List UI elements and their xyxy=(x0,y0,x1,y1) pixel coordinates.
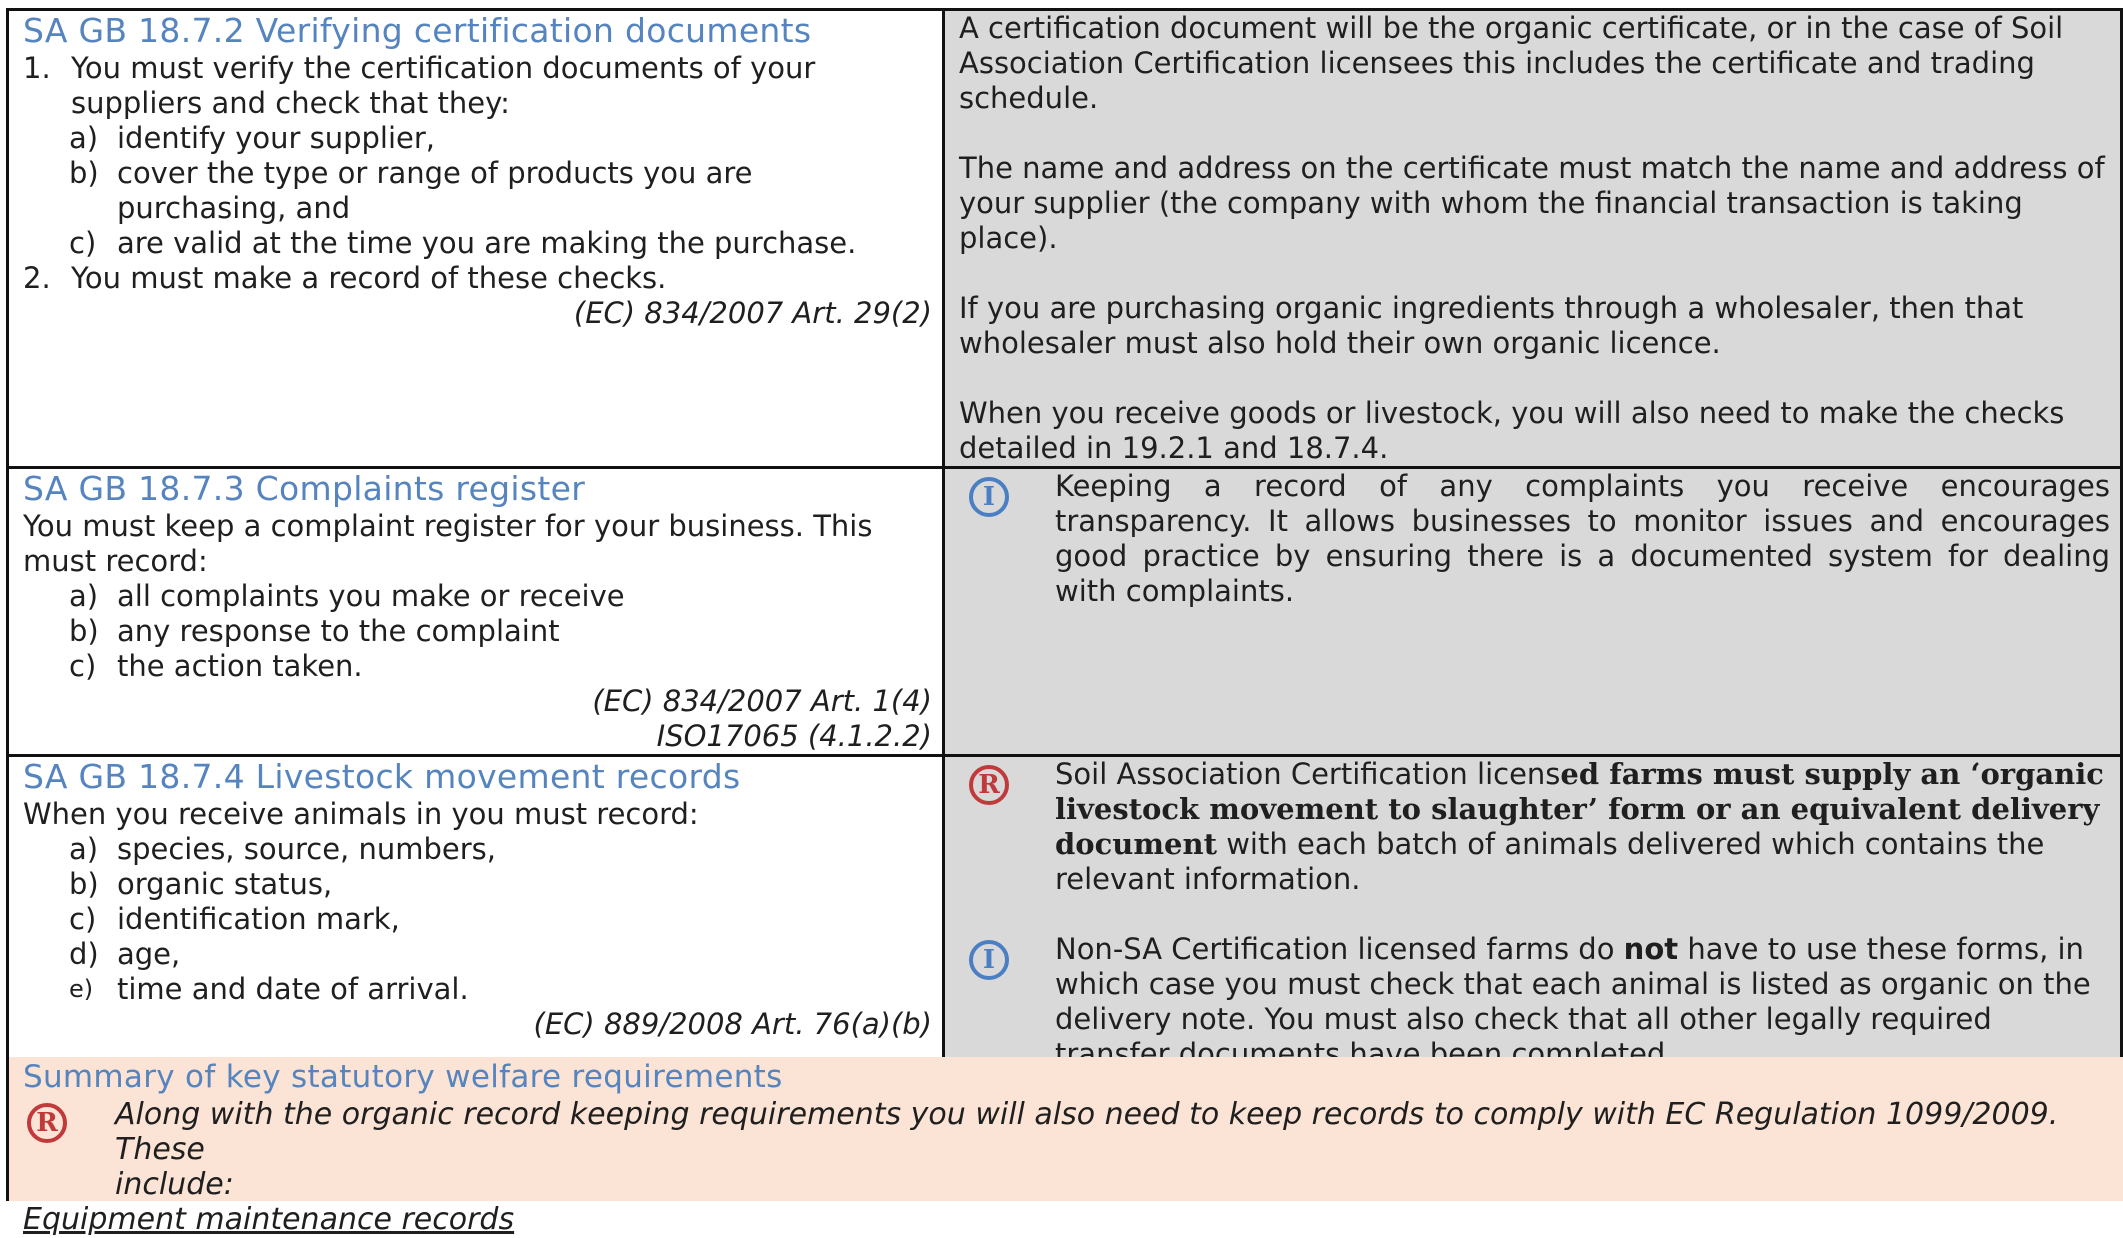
sub-text: all complaints you make or receive xyxy=(117,579,625,613)
info-text: Keeping a record of any complaints you r… xyxy=(1055,469,2110,609)
section-row-18-7-4: SA GB 18.7.4 Livestock movement records … xyxy=(6,754,2123,1075)
info-icon: I xyxy=(969,940,1009,980)
sub-list-item: c) identification mark, xyxy=(69,902,932,937)
summary-heading: Summary of key statutory welfare require… xyxy=(23,1059,783,1095)
list-text: suppliers and check that they: xyxy=(71,86,510,120)
info-note: I Non-SA Certification licensed farms do… xyxy=(959,932,2110,1071)
requirement-note: R Soil Association Certification license… xyxy=(959,757,2110,898)
sub-text: organic status, xyxy=(117,867,333,901)
guidance-cell: A certification document will be the org… xyxy=(942,8,2123,469)
sub-list-item: b) any response to the complaint xyxy=(69,614,932,649)
sub-text: identification mark, xyxy=(117,902,400,936)
requirement-icon: R xyxy=(27,1103,67,1143)
sub-list-item: d) age, xyxy=(69,937,932,972)
info-text-bold: not xyxy=(1623,932,1679,966)
sub-text: identify your supplier, xyxy=(117,121,436,155)
sub-list-item: b) cover the type or range of products y… xyxy=(69,156,932,191)
standard-cell: SA GB 18.7.2 Verifying certification doc… xyxy=(6,8,945,469)
list-number: 2. xyxy=(23,261,51,295)
regulation-reference: (EC) 889/2008 Art. 76(a)(b) xyxy=(533,1007,932,1041)
info-text-before: Non-SA Certification licensed farms do xyxy=(1055,932,1624,966)
sub-list-item: c) are valid at the time you are making … xyxy=(69,226,932,261)
section-heading: SA GB 18.7.3 Complaints register xyxy=(23,469,586,509)
summary-requirement: R Along with the organic record keeping … xyxy=(23,1097,2113,1202)
section-heading: SA GB 18.7.4 Livestock movement records xyxy=(23,757,741,797)
section-row-18-7-3: SA GB 18.7.3 Complaints register You mus… xyxy=(6,466,2123,757)
sub-text: species, source, numbers, xyxy=(117,832,496,866)
sub-text: age, xyxy=(117,937,181,971)
guidance-paragraph: When you receive goods or livestock, you… xyxy=(959,396,2065,465)
section-heading: SA GB 18.7.2 Verifying certification doc… xyxy=(23,11,812,51)
sub-list-item: c) the action taken. xyxy=(69,649,932,684)
sub-list-item: a) all complaints you make or receive xyxy=(69,579,932,614)
info-text: Non-SA Certification licensed farms do n… xyxy=(1055,932,2110,1071)
guidance-paragraph: The name and address on the certificate … xyxy=(959,151,2105,255)
sub-list-item: a) identify your supplier, xyxy=(69,121,932,156)
summary-subheading: Equipment maintenance records xyxy=(23,1202,515,1237)
summary-text-line: Along with the organic record keeping re… xyxy=(115,1097,2059,1167)
standard-cell: SA GB 18.7.3 Complaints register You mus… xyxy=(6,466,945,757)
summary-text-line: include: xyxy=(115,1167,234,1202)
sub-label: a) xyxy=(69,579,99,613)
sub-text: cover the type or range of products you … xyxy=(117,156,753,190)
welfare-summary-box: Summary of key statutory welfare require… xyxy=(6,1057,2123,1237)
info-icon: I xyxy=(969,477,1009,517)
sub-list: a) identify your supplier, b) cover the … xyxy=(69,121,932,261)
sub-list: a) species, source, numbers, b) organic … xyxy=(69,832,932,1007)
sub-label: a) xyxy=(69,121,99,155)
sub-label: e) xyxy=(69,975,94,1003)
standard-cell: SA GB 18.7.4 Livestock movement records … xyxy=(6,754,945,1075)
requirement-text-plain: Soil Association Certification licens xyxy=(1055,757,1561,792)
sub-label: c) xyxy=(69,902,97,936)
guidance-cell: R Soil Association Certification license… xyxy=(942,754,2123,1075)
regulation-reference: (EC) 834/2007 Art. 1(4) xyxy=(592,684,932,718)
list-number: 1. xyxy=(23,51,51,85)
list-text: You must make a record of these checks. xyxy=(71,261,667,295)
list-text: You must verify the certification docume… xyxy=(71,51,816,85)
sub-label: c) xyxy=(69,226,97,260)
sub-text: any response to the complaint xyxy=(117,614,560,648)
standards-table: SA GB 18.7.2 Verifying certification doc… xyxy=(6,8,2123,1075)
list-item: 1. You must verify the certification doc… xyxy=(23,51,932,86)
document-page: SA GB 18.7.2 Verifying certification doc… xyxy=(0,0,2123,1237)
sub-label: c) xyxy=(69,649,97,683)
sub-list-item: a) species, source, numbers, xyxy=(69,832,932,867)
section-intro: You must keep a complaint register for y… xyxy=(23,509,873,578)
sub-list-item: b) organic status, xyxy=(69,867,932,902)
section-row-18-7-2: SA GB 18.7.2 Verifying certification doc… xyxy=(6,8,2123,469)
sub-list: a) all complaints you make or receive b)… xyxy=(69,579,932,684)
sub-label: b) xyxy=(69,867,99,901)
list-item: 2. You must make a record of these check… xyxy=(23,261,932,296)
list-item-continuation: suppliers and check that they: xyxy=(23,86,932,121)
guidance-paragraph: A certification document will be the org… xyxy=(959,11,2064,116)
guidance-paragraph: If you are purchasing organic ingredient… xyxy=(959,291,2024,360)
sub-text: are valid at the time you are making the… xyxy=(117,226,857,260)
requirement-text: Soil Association Certification licensed … xyxy=(1055,757,2110,898)
sub-label: b) xyxy=(69,614,99,648)
sub-label: d) xyxy=(69,937,99,971)
sub-text: purchasing, and xyxy=(117,191,351,225)
info-note: I Keeping a record of any complaints you… xyxy=(959,469,2110,610)
sub-label: a) xyxy=(69,832,99,866)
guidance-cell: I Keeping a record of any complaints you… xyxy=(942,466,2123,757)
section-intro: When you receive animals in you must rec… xyxy=(23,797,699,831)
sub-text: time and date of arrival. xyxy=(117,972,469,1006)
sub-label: b) xyxy=(69,156,99,190)
sub-list-item-continuation: purchasing, and xyxy=(69,191,932,226)
sub-text: the action taken. xyxy=(117,649,363,683)
regulation-reference: ISO17065 (4.1.2.2) xyxy=(656,719,932,753)
requirement-icon: R xyxy=(969,765,1009,805)
numbered-list: 1. You must verify the certification doc… xyxy=(23,51,932,296)
regulation-reference: (EC) 834/2007 Art. 29(2) xyxy=(573,296,932,330)
summary-text: Along with the organic record keeping re… xyxy=(115,1097,2113,1202)
sub-list-item: e) time and date of arrival. xyxy=(69,972,932,1007)
